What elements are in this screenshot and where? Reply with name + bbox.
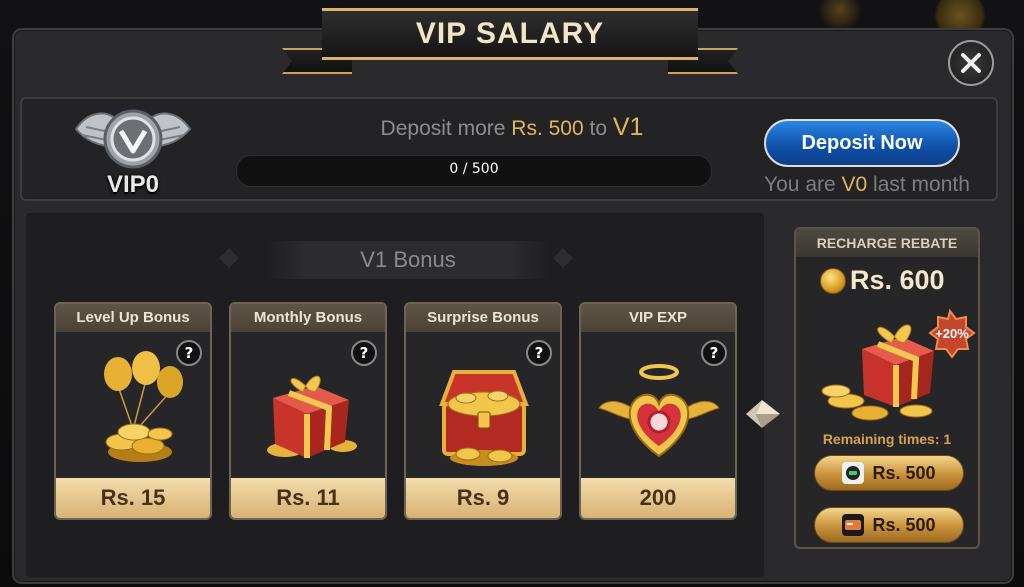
bonus-card-label: Level Up Bonus bbox=[56, 304, 210, 332]
close-button[interactable] bbox=[948, 40, 994, 86]
recharge-option-label: Rs. 500 bbox=[872, 514, 936, 535]
balloons-coins-icon bbox=[104, 351, 183, 462]
progress-text: 0 / 500 bbox=[449, 161, 499, 177]
bonus-card-label: Monthly Bonus bbox=[231, 304, 385, 332]
diamond-decoration bbox=[219, 248, 239, 268]
bonus-card-value: Rs. 11 bbox=[231, 478, 385, 518]
bonus-card-label: Surprise Bonus bbox=[406, 304, 560, 332]
recharge-option-button[interactable]: Rs. 500 bbox=[814, 507, 964, 543]
last-month-prefix: You are bbox=[764, 173, 836, 196]
rebate-amount-value: Rs. 600 bbox=[850, 265, 945, 295]
bonus-section-title: V1 Bonus bbox=[266, 241, 550, 279]
coin-icon bbox=[820, 267, 846, 294]
dialog-title: VIP SALARY bbox=[415, 17, 605, 50]
help-icon[interactable]: ? bbox=[351, 340, 377, 366]
remaining-times: Remaining times: 1 bbox=[822, 431, 952, 447]
bonus-card-body: ? bbox=[581, 332, 735, 480]
last-month-level: V0 bbox=[841, 173, 868, 196]
gift-coins-icon: +20% bbox=[821, 308, 976, 421]
bonus-card-body: ? bbox=[406, 332, 560, 480]
title-banner: VIP SALARY bbox=[322, 8, 698, 60]
deposit-prefix: Deposit more bbox=[380, 117, 506, 140]
title-ribbon: VIP SALARY bbox=[282, 8, 738, 74]
recharge-rebate-panel: RECHARGE REBATE Rs. 600 +20% Remaining t… bbox=[794, 227, 980, 549]
deposit-now-button[interactable]: Deposit Now bbox=[764, 119, 960, 167]
last-month-status: You are V0 last month bbox=[744, 173, 990, 197]
bonus-card-value: 200 bbox=[581, 478, 735, 518]
rebate-amount: Rs. 600 bbox=[820, 265, 945, 296]
close-icon bbox=[961, 53, 981, 73]
rebate-badge: +20% bbox=[935, 326, 969, 341]
deposit-progress-bar: 0 / 500 bbox=[236, 155, 712, 187]
recharge-option-button[interactable]: Rs. 500 bbox=[814, 455, 964, 491]
bonus-card-level-up[interactable]: Level Up Bonus ? Rs. 15 bbox=[54, 302, 212, 520]
deposit-to: to bbox=[589, 117, 608, 140]
last-month-suffix: last month bbox=[873, 173, 970, 196]
bonus-card-vip-exp[interactable]: VIP EXP ? 200 bbox=[579, 302, 737, 520]
vip-badge: VIP0 bbox=[68, 101, 198, 201]
diamond-decoration bbox=[553, 248, 573, 268]
bonus-card-label: VIP EXP bbox=[581, 304, 735, 332]
bonus-card-body: ? bbox=[231, 332, 385, 480]
help-icon[interactable]: ? bbox=[176, 340, 202, 366]
bonus-card-value: Rs. 9 bbox=[406, 478, 560, 518]
help-icon[interactable]: ? bbox=[526, 340, 552, 366]
gift-box-icon bbox=[267, 375, 357, 458]
recharge-option-label: Rs. 500 bbox=[872, 462, 936, 483]
deposit-requirement: Deposit more Rs. 500 to V1 bbox=[232, 113, 792, 142]
arrow-right-icon bbox=[746, 400, 780, 428]
winged-heart-icon bbox=[598, 364, 720, 458]
payment-card-icon bbox=[842, 514, 865, 536]
deposit-amount: Rs. 500 bbox=[511, 117, 584, 140]
bonus-card-value: Rs. 15 bbox=[56, 478, 210, 518]
rebate-title: RECHARGE REBATE bbox=[796, 229, 978, 257]
payment-app-icon bbox=[842, 462, 865, 484]
bonus-card-surprise[interactable]: Surprise Bonus ? Rs. 9 bbox=[404, 302, 562, 520]
help-icon[interactable]: ? bbox=[701, 340, 727, 366]
vip-status-panel: VIP0 Deposit more Rs. 500 to V1 0 / 500 … bbox=[20, 97, 998, 201]
treasure-chest-icon bbox=[439, 370, 529, 466]
bonus-card-monthly[interactable]: Monthly Bonus ? Rs. 11 bbox=[229, 302, 387, 520]
vip-level-label: VIP0 bbox=[106, 171, 160, 198]
next-level: V1 bbox=[612, 113, 644, 141]
bonus-card-body: ? bbox=[56, 332, 210, 480]
